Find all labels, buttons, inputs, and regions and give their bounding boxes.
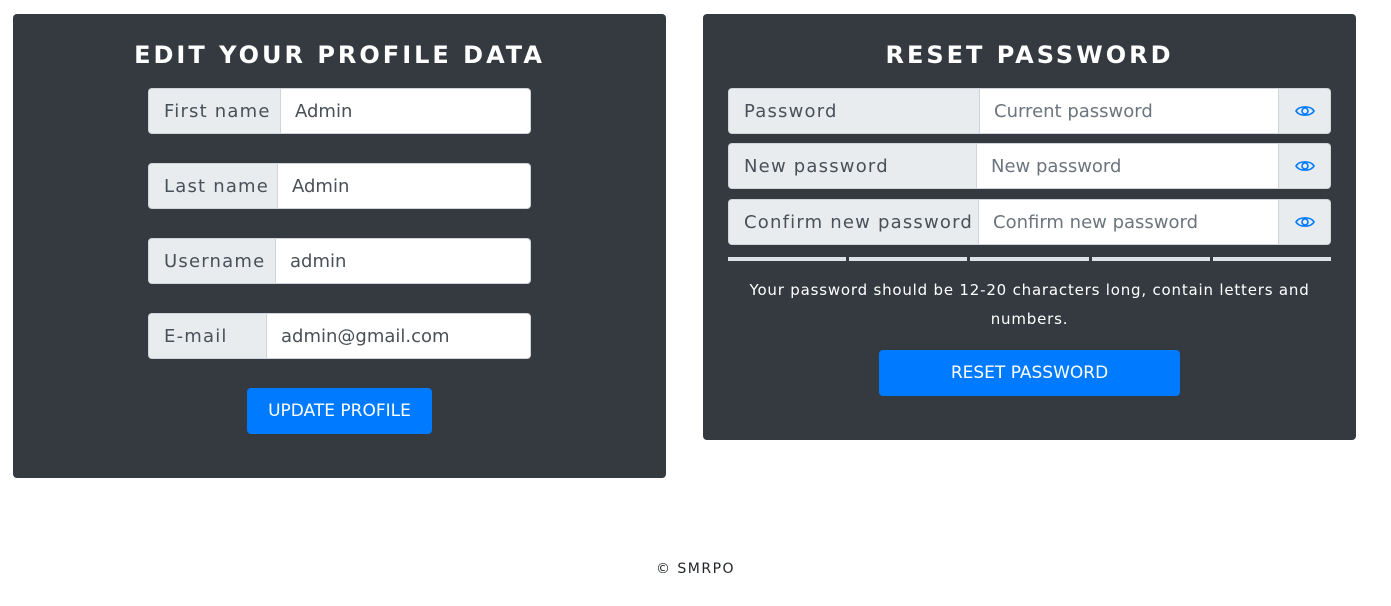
eye-icon [1294, 161, 1315, 171]
username-input[interactable] [275, 238, 531, 284]
last-name-group: Last name [148, 163, 531, 209]
strength-segment [1212, 257, 1332, 261]
email-group: E-mail [148, 313, 531, 359]
eye-icon [1294, 217, 1315, 227]
eye-icon [1294, 106, 1315, 116]
confirm-password-group: Confirm new password [728, 199, 1331, 245]
email-input[interactable] [266, 313, 531, 359]
footer-copyright: © SMRPO [655, 561, 736, 577]
first-name-group: First name [148, 88, 531, 134]
first-name-label: First name [148, 88, 280, 134]
reset-password-button[interactable]: RESET PASSWORD [879, 350, 1180, 396]
strength-segment [849, 257, 968, 261]
first-name-input[interactable] [280, 88, 531, 134]
toggle-confirm-password-button[interactable] [1279, 199, 1331, 245]
new-password-label: New password [728, 143, 976, 189]
update-profile-button[interactable]: UPDATE PROFILE [247, 388, 432, 434]
password-strength-meter [728, 257, 1332, 261]
strength-segment [970, 257, 1089, 261]
confirm-password-label: Confirm new password [728, 199, 978, 245]
current-password-group: Password [728, 88, 1331, 134]
confirm-password-input[interactable] [978, 199, 1279, 245]
password-hint: Your password should be 12-20 characters… [749, 281, 1310, 328]
current-password-input[interactable] [979, 88, 1279, 134]
strength-segment [728, 257, 847, 261]
last-name-input[interactable] [277, 163, 531, 209]
username-group: Username [148, 238, 531, 284]
password-title: RESET PASSWORD [885, 41, 1174, 69]
username-label: Username [148, 238, 275, 284]
new-password-input[interactable] [976, 143, 1279, 189]
profile-title: EDIT YOUR PROFILE DATA [134, 41, 545, 69]
password-card: RESET PASSWORD Password New password Con… [703, 14, 1356, 440]
profile-card: EDIT YOUR PROFILE DATA First name Last n… [13, 14, 666, 478]
strength-segment [1091, 257, 1210, 261]
toggle-current-password-button[interactable] [1279, 88, 1331, 134]
toggle-new-password-button[interactable] [1279, 143, 1331, 189]
current-password-label: Password [728, 88, 979, 134]
new-password-group: New password [728, 143, 1331, 189]
email-label: E-mail [148, 313, 266, 359]
last-name-label: Last name [148, 163, 277, 209]
